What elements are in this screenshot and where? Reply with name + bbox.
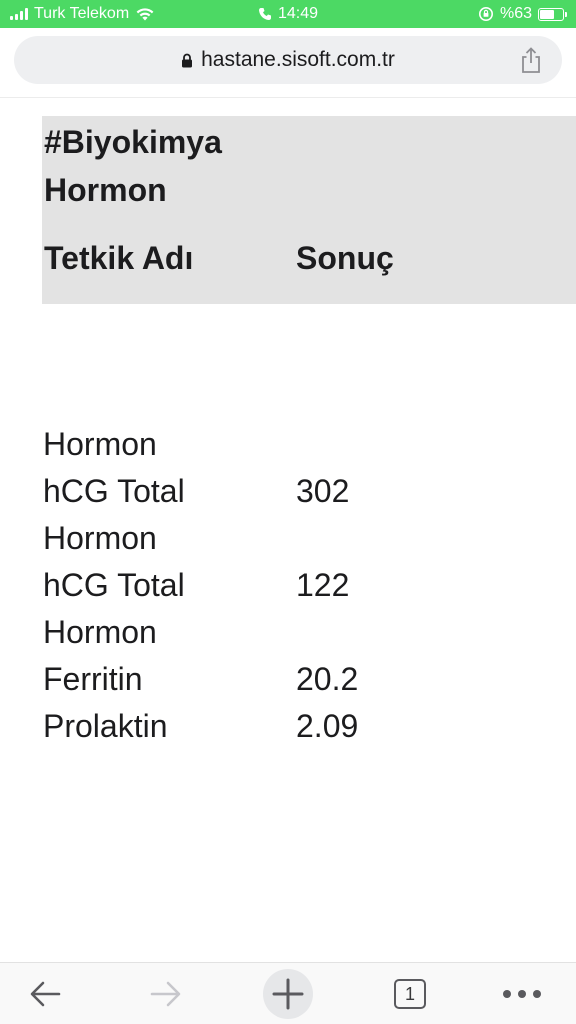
page-content: #Biyokimya Hormon Tetkik Adı Sonuç Hormo… [0, 98, 576, 962]
test-name: Ferritin [43, 661, 143, 697]
test-value: 20.2 [296, 661, 359, 697]
column-header-name: Tetkik Adı [44, 240, 194, 276]
address-bar[interactable]: hastane.sisoft.com.tr [14, 36, 562, 84]
status-bar: Turk Telekom 14:49 %63 [0, 0, 576, 28]
result-row: Ferritin 20.2 [42, 656, 542, 703]
tab-switcher-button[interactable]: 1 [385, 969, 435, 1019]
report-header: #Biyokimya Hormon Tetkik Adı Sonuç [42, 116, 576, 304]
back-button[interactable] [20, 969, 70, 1019]
column-header-result: Sonuç [296, 240, 394, 276]
result-row: Hormon [42, 515, 542, 562]
result-row: hCG Total 122 [42, 562, 542, 609]
carrier-label: Turk Telekom [34, 5, 130, 22]
result-row: hCG Total 302 [42, 468, 542, 515]
section-title: #Biyokimya Hormon [44, 124, 222, 208]
phone-icon [258, 8, 271, 20]
forward-arrow-icon [150, 981, 181, 1007]
test-value: 302 [296, 473, 350, 509]
battery-percent: %63 [499, 5, 532, 22]
new-tab-button[interactable] [263, 969, 313, 1019]
browser-header: hastane.sisoft.com.tr [0, 28, 576, 98]
test-name: Prolaktin [43, 708, 168, 744]
tab-switcher-icon: 1 [394, 979, 426, 1009]
forward-button[interactable] [141, 969, 191, 1019]
new-tab-circle [263, 969, 313, 1019]
browser-toolbar: 1 [0, 962, 576, 1024]
signal-icon [10, 8, 28, 20]
results-list: Hormon hCG Total 302 Hormon hCG Total 12… [42, 421, 542, 750]
battery-icon [538, 7, 567, 21]
new-tab-plus-icon [272, 978, 304, 1010]
clock-time: 14:49 [277, 5, 319, 22]
test-value: 2.09 [296, 708, 359, 744]
status-left: Turk Telekom [10, 0, 155, 28]
more-button[interactable] [497, 969, 547, 1019]
test-name: hCG Total [43, 473, 185, 509]
result-row: Prolaktin 2.09 [42, 703, 542, 750]
orientation-lock-icon [478, 7, 493, 21]
result-row: Hormon [42, 609, 542, 656]
share-icon[interactable] [518, 46, 544, 74]
test-name: Hormon [43, 614, 157, 650]
test-name: Hormon [43, 520, 157, 556]
url-text: hastane.sisoft.com.tr [201, 48, 395, 71]
result-row: Hormon [42, 421, 542, 468]
lock-icon [182, 53, 193, 67]
wifi-icon [136, 8, 154, 21]
test-name: Hormon [43, 426, 157, 462]
status-right: %63 [478, 0, 567, 28]
battery-fill [540, 9, 554, 19]
more-dots-icon [503, 990, 541, 998]
test-value: 122 [296, 567, 350, 603]
back-arrow-icon [30, 981, 61, 1007]
test-name: hCG Total [43, 567, 185, 603]
address-content: hastane.sisoft.com.tr [181, 48, 395, 72]
